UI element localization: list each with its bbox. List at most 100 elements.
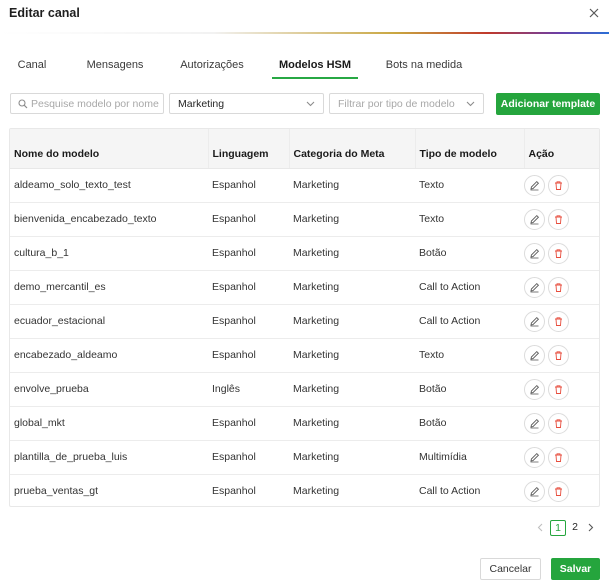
cell-language: Espanhol bbox=[212, 485, 256, 498]
cell-language: Espanhol bbox=[208, 406, 289, 441]
trash-icon bbox=[555, 282, 562, 292]
trash-icon bbox=[555, 350, 562, 360]
cell-actions bbox=[524, 338, 599, 373]
table-row: bienvenida_encabezado_texto Espanhol Marke… bbox=[10, 202, 599, 237]
cell-language: Espanhol bbox=[208, 270, 289, 305]
type-filter-placeholder: Filtrar por tipo de modelo bbox=[338, 98, 455, 110]
cell-template-name: encabezado_aldeamo bbox=[10, 338, 208, 373]
trash-icon bbox=[555, 214, 562, 224]
edit-button[interactable] bbox=[524, 242, 545, 264]
cell-language: Espanhol bbox=[208, 236, 289, 271]
table-row: aldeamo_solo_texto_test Espanhol Marketing… bbox=[10, 168, 599, 203]
edit-icon bbox=[530, 486, 540, 496]
cell-actions bbox=[524, 270, 599, 305]
cell-model-type: Botão bbox=[415, 372, 524, 407]
cell-meta-category: Marketing bbox=[289, 236, 415, 271]
cell-actions bbox=[524, 236, 599, 271]
edit-icon bbox=[530, 316, 540, 326]
edit-button[interactable] bbox=[524, 310, 545, 332]
cell-meta-category: Marketing bbox=[289, 270, 415, 305]
trash-icon bbox=[555, 418, 562, 428]
delete-button[interactable] bbox=[548, 378, 569, 400]
pagination: 1 2 bbox=[530, 520, 600, 536]
category-select-value: Marketing bbox=[178, 98, 225, 110]
edit-icon bbox=[530, 282, 540, 292]
tab-mensagens[interactable]: Mensagens bbox=[80, 56, 150, 80]
edit-button[interactable] bbox=[524, 446, 545, 468]
page-2-button[interactable]: 2 bbox=[567, 520, 583, 536]
cell-meta-category: Marketing bbox=[293, 485, 340, 498]
edit-button[interactable] bbox=[524, 378, 545, 400]
cell-language: Inglês bbox=[208, 372, 289, 407]
edit-button[interactable] bbox=[524, 276, 545, 298]
delete-button[interactable] bbox=[548, 480, 569, 502]
modal-header: Editar canal bbox=[0, 0, 609, 34]
chevron-down-icon bbox=[466, 101, 475, 107]
cell-actions bbox=[524, 168, 599, 203]
col-header-model-type: Tipo de modelo bbox=[415, 129, 525, 169]
tab-bar: Canal Mensagens Autorizações Modelos HSM… bbox=[0, 56, 609, 80]
delete-button[interactable] bbox=[548, 174, 569, 196]
cell-model-type: Call to Action bbox=[419, 485, 481, 498]
close-button[interactable] bbox=[587, 6, 601, 20]
cell-actions bbox=[524, 440, 599, 475]
cell-actions bbox=[524, 406, 599, 441]
table-row: envolve_prueba Inglês Marketing Botão bbox=[10, 372, 599, 407]
page-1-button[interactable]: 1 bbox=[550, 520, 566, 536]
delete-button[interactable] bbox=[548, 276, 569, 298]
active-tab-indicator bbox=[272, 77, 358, 79]
cell-template-name: ecuador_estacional bbox=[10, 304, 208, 339]
table-header-row: Nome do modelo Linguagem Categoria do Me… bbox=[10, 129, 599, 169]
type-filter-select[interactable]: Filtrar por tipo de modelo bbox=[329, 93, 484, 114]
filter-bar: Marketing Filtrar por tipo de modelo Adi… bbox=[0, 93, 609, 115]
chevron-left-icon[interactable] bbox=[537, 523, 543, 532]
save-button[interactable]: Salvar bbox=[551, 558, 600, 580]
edit-icon bbox=[530, 350, 540, 360]
table-row: prueba_ventas_gt Espanhol Marketing Call to… bbox=[10, 474, 599, 506]
chevron-right-icon[interactable] bbox=[588, 523, 594, 532]
delete-button[interactable] bbox=[548, 446, 569, 468]
cell-model-type: Botão bbox=[415, 406, 524, 441]
delete-button[interactable] bbox=[548, 344, 569, 366]
delete-button[interactable] bbox=[548, 242, 569, 264]
cell-template-name: demo_mercantil_es bbox=[10, 270, 208, 305]
col-header-action: Ação bbox=[524, 129, 599, 169]
cell-model-type: Texto bbox=[415, 202, 524, 237]
search-input[interactable] bbox=[31, 96, 161, 111]
edit-icon bbox=[530, 180, 540, 190]
edit-icon bbox=[530, 248, 540, 258]
delete-button[interactable] bbox=[548, 412, 569, 434]
cell-language: Espanhol bbox=[208, 168, 289, 203]
edit-button[interactable] bbox=[524, 412, 545, 434]
cell-model-type: Botão bbox=[415, 236, 524, 271]
cell-language: Espanhol bbox=[208, 304, 289, 339]
delete-button[interactable] bbox=[548, 208, 569, 230]
edit-button[interactable] bbox=[524, 344, 545, 366]
category-select[interactable]: Marketing bbox=[169, 93, 324, 114]
templates-table: Nome do modelo Linguagem Categoria do Me… bbox=[9, 128, 600, 507]
tab-autorizacoes[interactable]: Autorizações bbox=[176, 56, 248, 80]
edit-button[interactable] bbox=[524, 174, 545, 196]
search-icon bbox=[18, 99, 28, 109]
cell-model-type: Multimídia bbox=[415, 440, 524, 475]
cell-actions bbox=[524, 304, 599, 339]
edit-button[interactable] bbox=[524, 480, 545, 502]
cell-template-name: global_mkt bbox=[10, 406, 208, 441]
cell-language: Espanhol bbox=[208, 202, 289, 237]
cell-template-name: envolve_prueba bbox=[10, 372, 208, 407]
cell-actions bbox=[524, 372, 599, 407]
tab-canal[interactable]: Canal bbox=[12, 56, 52, 80]
add-template-button[interactable]: Adicionar template bbox=[496, 93, 600, 115]
table-row: demo_mercantil_es Espanhol Marketing Call t… bbox=[10, 270, 599, 305]
cell-meta-category: Marketing bbox=[289, 440, 415, 475]
cell-meta-category: Marketing bbox=[289, 202, 415, 237]
cell-template-name: plantilla_de_prueba_luis bbox=[10, 440, 208, 475]
edit-icon bbox=[530, 418, 540, 428]
delete-button[interactable] bbox=[548, 310, 569, 332]
cancel-button[interactable]: Cancelar bbox=[480, 558, 541, 580]
cell-language: Espanhol bbox=[208, 338, 289, 373]
edit-button[interactable] bbox=[524, 208, 545, 230]
tab-bots-na-medida[interactable]: Bots na medida bbox=[382, 56, 466, 80]
cell-language: Espanhol bbox=[208, 440, 289, 475]
trash-icon bbox=[555, 384, 562, 394]
